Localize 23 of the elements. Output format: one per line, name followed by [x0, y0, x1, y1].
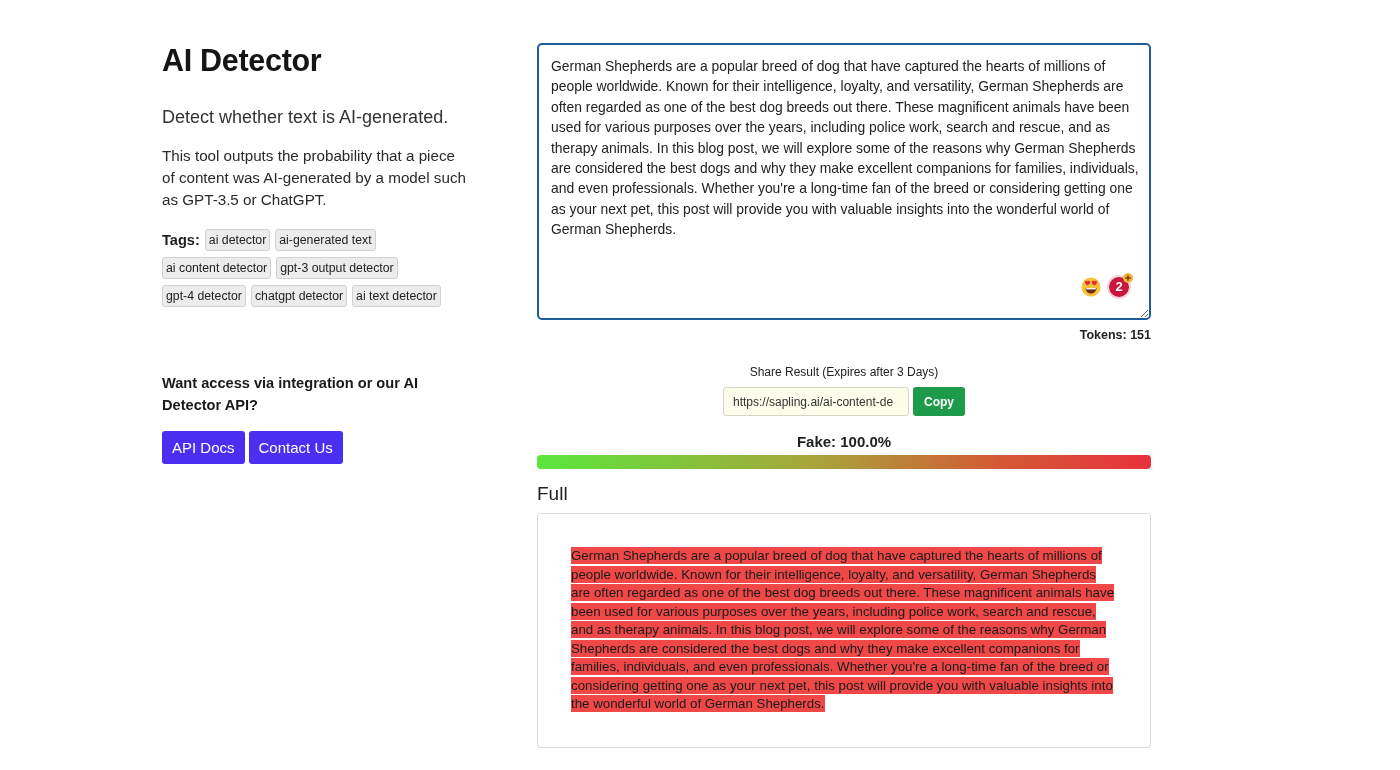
highlighted-text: German Shepherds are a popular breed of dog that have captured the hearts of millions of people worldwide. Known for their intelligence, loyalty, and versatility, German Shepherds are often regarded as one of the best dog breeds out there. These magnificent animals have been used for various purposes over the years, including police work, search and rescue, and as therapy animals. In this blog post, we will explore some of the reasons why German Shepherds are considered the best dogs and why they make excellent companions for families, individuals, and even professionals. Whether you're a long-time fan of the breed or considering getting one as your next pet, this post will provide you with valuable insights into the wonderful world of German Shepherds. [571, 547, 1116, 714]
api-action-button[interactable]: Contact Us [248, 431, 343, 464]
score-label: Fake: 100.0% [796, 432, 892, 452]
share-url-field[interactable]: https://sapling.ai/ai-content-de [723, 387, 909, 416]
tag-link[interactable]: ai text detector [352, 285, 441, 307]
share-label: Share Result (Expires after 3 Days) [749, 364, 939, 380]
tag-link[interactable]: ai-generated text [275, 229, 376, 251]
plus-icon [1123, 273, 1133, 283]
tag-link[interactable]: chatgpt detector [250, 285, 348, 307]
tags-label: Tags: [162, 232, 200, 248]
copy-button[interactable]: Copy [913, 387, 965, 416]
subtitle: Detect whether text is AI-generated. [162, 106, 450, 129]
tag-link[interactable]: ai detector [204, 229, 271, 251]
tag-link[interactable]: gpt-3 output detector [276, 257, 398, 279]
page-title: AI Detector [162, 42, 323, 79]
description: This tool outputs the probability that a piece of content was AI-generated by a model such as GPT-3.5 or ChatGPT. [162, 146, 467, 210]
api-prompt: Want access via integration or our AI Detector API? [162, 374, 419, 415]
result-heading: Full [537, 482, 569, 506]
api-action-button[interactable]: API Docs [162, 431, 245, 464]
tag-link[interactable]: ai content detector [162, 257, 272, 279]
heart-eyes-emoji-icon[interactable] [1081, 277, 1101, 297]
tag-link[interactable]: gpt-4 detector [162, 285, 246, 307]
token-count: Tokens: 151 [1079, 327, 1151, 343]
